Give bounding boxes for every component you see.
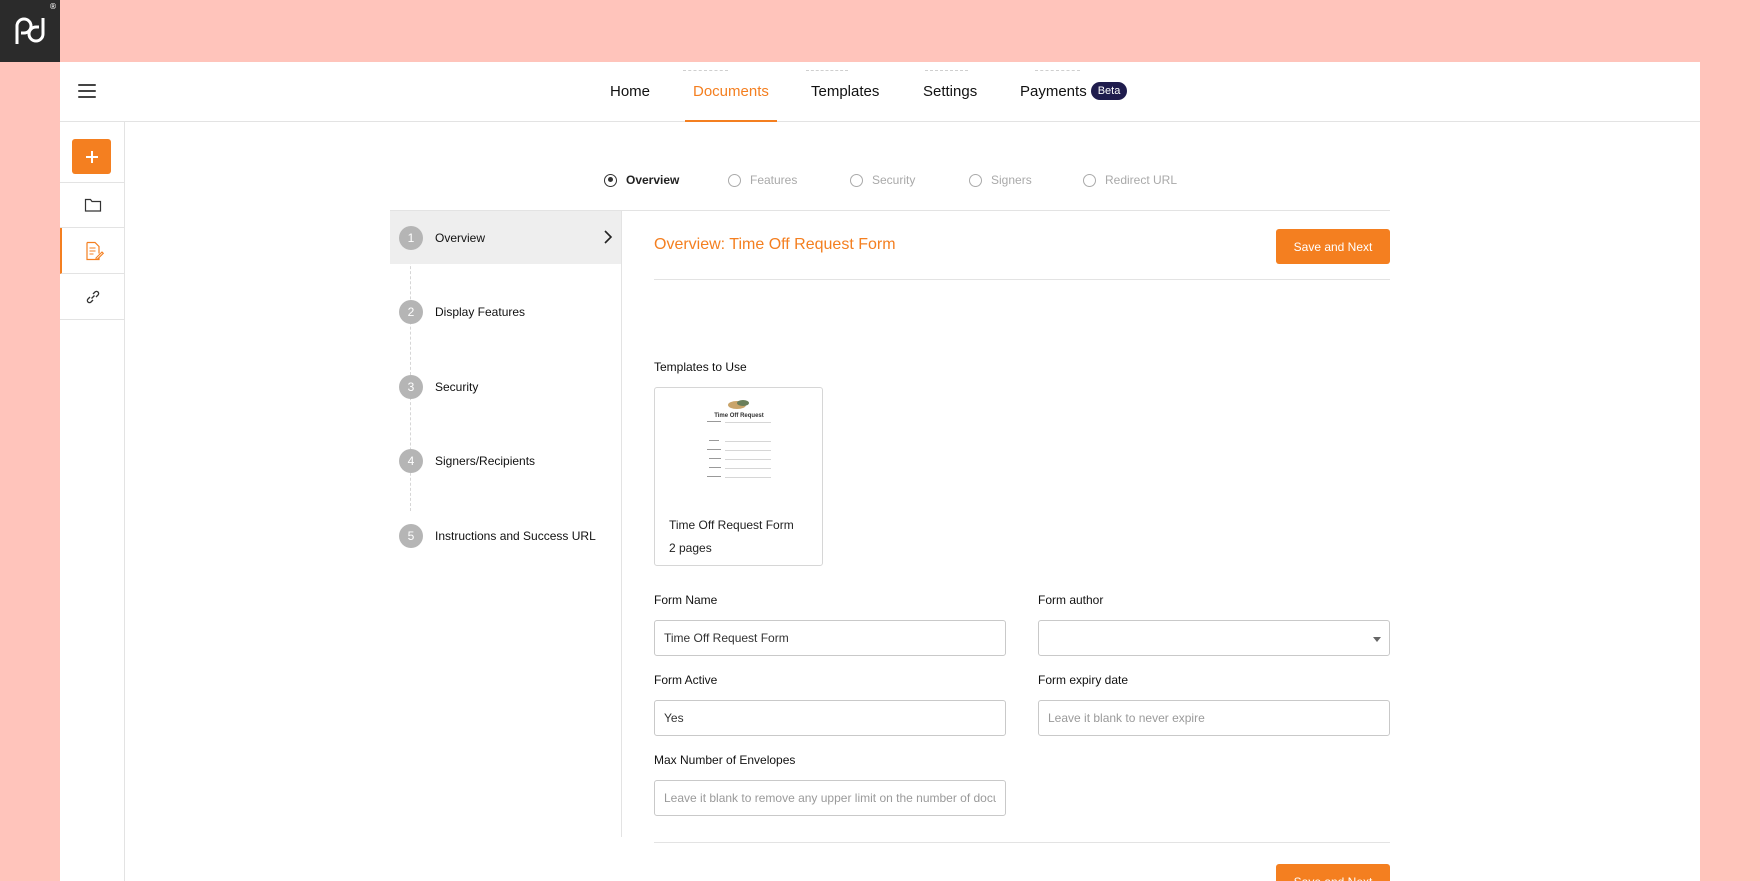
sidebar-item-folder[interactable] [60,182,125,228]
form-author-label: Form author [1038,593,1104,607]
hamburger-icon[interactable] [78,84,96,98]
radio-empty-icon [1083,173,1096,187]
chevron-right-icon [604,230,613,244]
stepper-label: Features [750,173,798,187]
step-number: 4 [399,448,423,473]
stepper-overview[interactable]: Overview [604,172,679,188]
sidebar-item-documents[interactable] [60,228,125,274]
left-sidebar [60,122,125,881]
form-name-label: Form Name [654,593,718,607]
pd-logo-icon [15,17,45,44]
form-expiry-input[interactable] [1038,700,1390,736]
nav-payments-label: Payments [1020,83,1087,100]
form-expiry-label: Form expiry date [1038,673,1129,687]
link-icon [86,290,99,303]
stepper-label: Redirect URL [1105,173,1178,187]
max-envelopes-label: Max Number of Envelopes [654,753,796,767]
radio-empty-icon [728,173,741,187]
step-label: Security [435,379,479,394]
top-navigation-bar: Home Documents Templates Settings Paymen… [60,62,1700,122]
plus-icon [85,150,98,163]
chevron-down-icon [1373,637,1381,642]
beta-badge: Beta [1090,82,1128,101]
section-step-instructions[interactable]: 5 Instructions and Success URL [390,509,621,562]
form-author-select[interactable] [1038,620,1390,656]
radio-selected-icon [604,173,617,187]
section-steps-list: 1 Overview 2 Display Features 3 Security… [390,211,622,837]
step-label: Signers/Recipients [435,453,536,468]
registered-mark: ® [49,2,57,11]
form-header-divider [654,279,1390,280]
section-step-signers-recipients[interactable]: 4 Signers/Recipients [390,434,621,487]
template-thumbnail [695,396,783,496]
max-envelopes-input[interactable] [654,780,1006,816]
nav-payments[interactable]: Payments Beta [1020,62,1128,122]
save-and-next-button-top[interactable]: Save and Next [1276,229,1390,264]
stepper-features[interactable]: Features [728,172,797,188]
nav-home[interactable]: Home [610,62,650,122]
stepper-security[interactable]: Security [850,172,915,188]
form-title: Overview: Time Off Request Form [654,236,896,253]
nav-documents[interactable]: Documents [685,62,777,122]
folder-icon [84,198,101,212]
step-label: Display Features [435,304,526,319]
add-button[interactable] [72,139,111,174]
brand-logo[interactable]: ® [0,0,60,62]
template-pages: 2 pages [669,541,712,555]
nav-templates[interactable]: Templates [811,62,879,122]
section-step-security[interactable]: 3 Security [390,360,621,413]
step-number: 2 [399,299,423,324]
stepper-signers[interactable]: Signers [969,172,1032,188]
step-number: 5 [399,523,423,548]
templates-label: Templates to Use [654,360,747,374]
app-window: Home Documents Templates Settings Paymen… [60,62,1700,881]
document-edit-icon [85,241,104,260]
step-label: Instructions and Success URL [435,528,596,543]
section-step-overview[interactable]: 1 Overview [390,211,621,264]
save-and-next-button-bottom[interactable]: Save and Next [1276,864,1390,881]
radio-empty-icon [969,173,982,187]
radio-empty-icon [850,173,863,187]
template-thumb-title: Time Off Request [714,413,764,419]
form-active-label: Form Active [654,673,718,687]
nav-settings[interactable]: Settings [923,62,977,122]
form-name-input[interactable] [654,620,1006,656]
step-number: 1 [399,225,423,250]
stepper-redirect-url[interactable]: Redirect URL [1083,172,1177,188]
sidebar-item-links[interactable] [60,274,125,320]
step-number: 3 [399,374,423,399]
form-footer-divider [654,842,1390,843]
template-name: Time Off Request Form [669,518,794,532]
stepper-label: Signers [991,173,1032,187]
step-label: Overview [435,230,486,245]
template-card[interactable]: Time Off Request Time Off Request Form 2… [654,387,823,566]
stepper-label: Security [872,173,916,187]
section-step-display-features[interactable]: 2 Display Features [390,285,621,338]
stepper-label: Overview [626,173,680,187]
form-active-input[interactable] [654,700,1006,736]
